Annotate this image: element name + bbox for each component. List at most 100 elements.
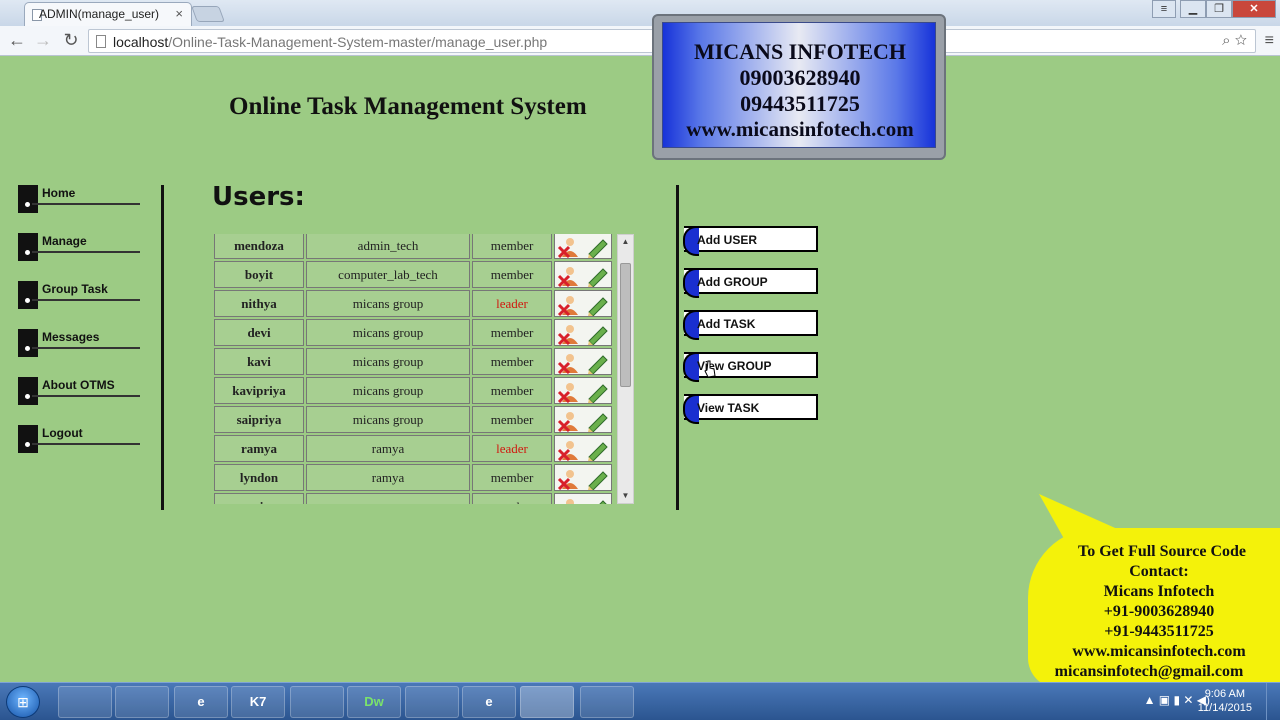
remote-desktop-icon[interactable] (580, 686, 634, 718)
xampp-icon[interactable] (405, 686, 459, 718)
delete-user-icon[interactable] (557, 381, 583, 403)
tab-title: ADMIN(manage_user) (39, 7, 160, 21)
sidebar-item-about[interactable]: About OTMS (18, 375, 140, 423)
close-window-button[interactable]: ✕ (1232, 0, 1276, 18)
nav-underline (32, 299, 140, 301)
scroll-up-icon[interactable]: ▲ (618, 235, 633, 249)
delete-user-icon[interactable] (557, 265, 583, 287)
sidebar-item-label: Group Task (42, 282, 108, 296)
windows-taskbar: ⊞ e K7 Dw e ▲ ▣ ▮ ✕ ◀) 9:06 AM 11/14/201… (0, 682, 1280, 720)
edit-user-icon[interactable] (585, 468, 611, 490)
show-desktop-button[interactable] (1266, 683, 1280, 720)
banner-website: www.micansinfotech.com (686, 117, 914, 141)
user-actions-cell (554, 377, 612, 404)
delete-user-icon[interactable] (557, 236, 583, 258)
user-name-cell: lyndon (214, 464, 304, 491)
edit-user-icon[interactable] (585, 352, 611, 374)
paint-icon[interactable] (115, 686, 169, 718)
table-row: devi micans group member (214, 319, 612, 346)
edit-user-icon[interactable] (585, 381, 611, 403)
bubble-line: To Get Full Source Code (1077, 543, 1246, 560)
bubble-line: Micans Infotech (1103, 583, 1215, 600)
minimize-button[interactable]: ▁ (1180, 0, 1206, 18)
delete-user-icon[interactable] (557, 352, 583, 374)
security-shield-icon[interactable] (290, 686, 344, 718)
url-text: localhost/Online-Task-Management-System-… (113, 34, 548, 50)
bubble-line: www.micansinfotech.com (1072, 643, 1246, 660)
ie-icon-2[interactable]: e (462, 686, 516, 718)
browser-menu-icon[interactable]: ≡ (1265, 32, 1274, 50)
sidebar-item-messages[interactable]: Messages (18, 327, 140, 375)
edit-user-icon[interactable] (585, 323, 611, 345)
window-controls: ≡ ▁ ❐ ✕ (1152, 0, 1276, 18)
sidebar-item-manage[interactable]: Manage (18, 231, 140, 279)
sidebar-item-label: Messages (42, 330, 100, 344)
users-table-viewport: mendoza admin_tech member boyit computer_lab… (212, 234, 614, 504)
user-group-cell: micans group (306, 348, 470, 375)
delete-user-icon[interactable] (557, 410, 583, 432)
bubble-line: +91-9443511725 (1104, 623, 1214, 640)
start-button[interactable]: ⊞ (6, 686, 40, 718)
forward-arrow-icon[interactable]: → (32, 30, 54, 52)
delete-user-icon[interactable] (557, 439, 583, 461)
edit-user-icon[interactable] (585, 410, 611, 432)
explorer-icon[interactable] (58, 686, 112, 718)
sidebar-item-label: About OTMS (42, 378, 115, 392)
add-task-button[interactable]: Add TASK (683, 310, 818, 340)
button-label: Add TASK (697, 317, 756, 331)
bubble-line: micansinfotech@gmail.com (1054, 663, 1244, 680)
user-group-cell: micans group (306, 290, 470, 317)
sidebar-item-group-task[interactable]: Group Task (18, 279, 140, 327)
button-label: Add USER (697, 233, 757, 247)
edit-user-icon[interactable] (585, 497, 611, 504)
new-tab-button[interactable] (191, 6, 225, 22)
restore-button[interactable]: ❐ (1206, 0, 1232, 18)
company-banner: MICANS INFOTECH 09003628940 09443511725 … (652, 14, 946, 160)
edit-user-icon[interactable] (585, 236, 611, 258)
taskbar-clock[interactable]: 9:06 AM 11/14/2015 (1198, 687, 1252, 715)
dreamweaver-icon[interactable]: Dw (347, 686, 401, 718)
sidebar-item-label: Manage (42, 234, 87, 248)
table-scrollbar[interactable]: ▲ ▼ (617, 234, 634, 504)
browser-titlebar: ADMIN(manage_user) × ≡ ▁ ❐ ✕ (0, 0, 1280, 26)
back-arrow-icon[interactable]: ← (6, 30, 28, 52)
user-group-cell: ramya (306, 464, 470, 491)
reload-icon[interactable]: ↻ (60, 30, 82, 52)
button-label: Add GROUP (697, 275, 768, 289)
nav-underline (32, 251, 140, 253)
edit-user-icon[interactable] (585, 439, 611, 461)
scroll-down-icon[interactable]: ▼ (618, 489, 633, 503)
scroll-thumb[interactable] (620, 263, 631, 387)
zoom-icon[interactable]: ⌕ (1222, 32, 1230, 49)
sidebar-item-logout[interactable]: Logout (18, 423, 140, 471)
browser-tab[interactable]: ADMIN(manage_user) × (24, 2, 192, 26)
add-group-button[interactable]: Add GROUP (683, 268, 818, 298)
nav-bullet-icon (18, 185, 38, 213)
delete-user-icon[interactable] (557, 323, 583, 345)
sidebar-item-label: Home (42, 186, 76, 200)
user-icon[interactable]: ≡ (1152, 0, 1176, 18)
banner-panel: MICANS INFOTECH 09003628940 09443511725 … (662, 22, 936, 148)
delete-user-icon[interactable] (557, 294, 583, 316)
sidebar-item-home[interactable]: Home (18, 183, 140, 231)
edit-user-icon[interactable] (585, 294, 611, 316)
nav-bullet-icon (18, 425, 38, 453)
table-row: kavi micans group member (214, 348, 612, 375)
action-panel: Add USER Add GROUP Add TASK View GROUP V… (683, 226, 818, 436)
view-task-button[interactable]: View TASK (683, 394, 818, 424)
user-name-cell: ramya (214, 435, 304, 462)
user-role-cell: member (472, 261, 552, 288)
table-row: lyndon ramya member (214, 464, 612, 491)
left-divider (161, 185, 164, 510)
delete-user-icon[interactable] (557, 468, 583, 490)
delete-user-icon[interactable] (557, 497, 583, 504)
add-user-button[interactable]: Add USER (683, 226, 818, 256)
chrome-icon[interactable] (520, 686, 574, 718)
clock-date: 11/14/2015 (1197, 702, 1252, 714)
star-icon[interactable]: ☆ (1235, 32, 1247, 49)
edit-user-icon[interactable] (585, 265, 611, 287)
close-icon[interactable]: × (175, 6, 183, 21)
ie-icon[interactable]: e (174, 686, 228, 718)
sidebar-nav: Home Manage Group Task Messages About OT… (18, 183, 140, 471)
k7-antivirus-icon[interactable]: K7 (231, 686, 285, 718)
